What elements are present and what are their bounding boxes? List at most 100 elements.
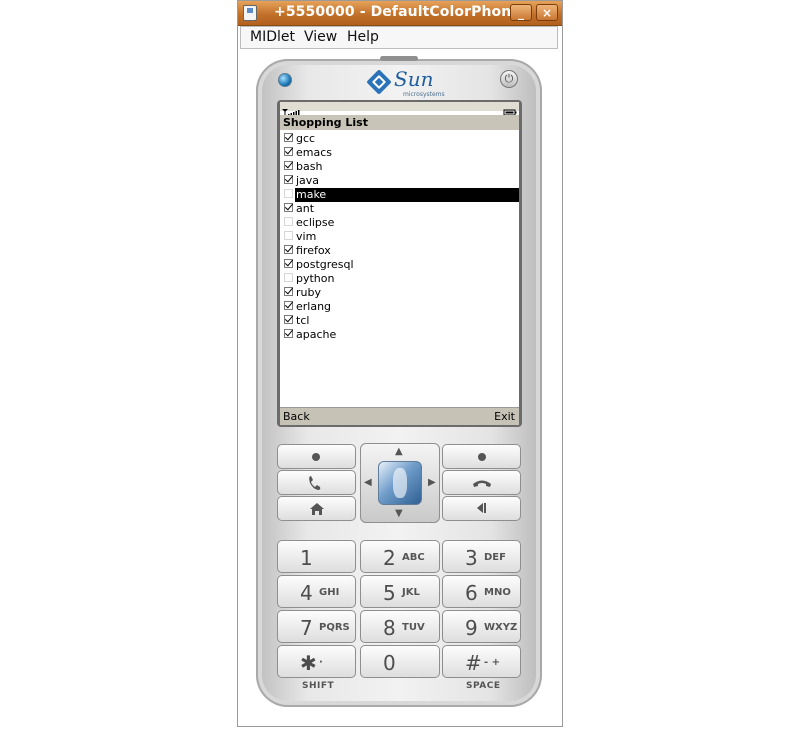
key-letters: MNO (484, 587, 511, 598)
key-letters: ABC (402, 552, 425, 563)
sun-diamond-icon (367, 70, 391, 94)
list-item[interactable]: gcc (280, 132, 519, 146)
key-letters: PQRS (319, 622, 350, 633)
key-0[interactable]: 0 (360, 645, 440, 678)
key-7[interactable]: 7 PQRS (277, 610, 356, 643)
list-item[interactable]: bash (280, 160, 519, 174)
back-clear-key[interactable] (442, 496, 521, 521)
list-item[interactable]: vim (280, 230, 519, 244)
minimize-button[interactable]: _ (510, 4, 532, 21)
key-4[interactable]: 4 GHI (277, 575, 356, 608)
nav-up-icon[interactable]: ▲ (395, 446, 403, 457)
soft-key-exit-label[interactable]: Exit (494, 410, 515, 423)
call-key[interactable] (277, 470, 356, 495)
key-letters: JKL (402, 587, 420, 598)
menu-help[interactable]: Help (347, 29, 379, 45)
list-item-selected[interactable]: make (280, 188, 519, 202)
emulator-window: +5550000 - DefaultColorPhone _ × MIDlet … (237, 0, 563, 727)
list-item-label: make (295, 188, 519, 202)
checkbox[interactable] (284, 161, 293, 170)
checkbox[interactable] (284, 217, 293, 226)
right-soft-key[interactable] (442, 444, 521, 469)
dot-icon (478, 453, 486, 461)
key-digit: 7 (300, 616, 313, 640)
key-digit: 6 (465, 581, 478, 605)
sun-logo: Sun microsystems (367, 67, 445, 98)
status-led (278, 73, 292, 87)
list-item[interactable]: eclipse (280, 216, 519, 230)
navigation-pad[interactable]: ▲ ▼ ◀ ▶ (360, 443, 440, 523)
list-item-label: java (296, 174, 320, 187)
checkbox[interactable] (284, 315, 293, 324)
key-9[interactable]: 9 WXYZ (442, 610, 521, 643)
list-item-label: emacs (296, 146, 333, 159)
key-6[interactable]: 6 MNO (442, 575, 521, 608)
key-3[interactable]: 3 DEF (442, 540, 521, 573)
checkbox[interactable] (284, 273, 293, 282)
key-star[interactable]: ✱ · (277, 645, 356, 678)
list-item-label: eclipse (296, 216, 335, 229)
list-item[interactable]: firefox (280, 244, 519, 258)
left-soft-key[interactable] (277, 444, 356, 469)
key-digit: 1 (300, 546, 313, 570)
list-item[interactable]: erlang (280, 300, 519, 314)
nav-right-icon[interactable]: ▶ (428, 477, 436, 488)
list-item[interactable]: python (280, 272, 519, 286)
checkbox[interactable] (284, 133, 293, 142)
key-1[interactable]: 1 (277, 540, 356, 573)
checkbox[interactable] (284, 231, 293, 240)
list-item-label: postgresql (296, 258, 354, 271)
window-title: +5550000 - DefaultColorPhone (274, 4, 521, 20)
list-item-label: bash (296, 160, 323, 173)
nav-left-icon[interactable]: ◀ (364, 477, 372, 488)
list-item-label: vim (296, 230, 317, 243)
list-item[interactable]: apache (280, 328, 519, 342)
end-call-key[interactable] (442, 470, 521, 495)
app-icon (243, 5, 257, 21)
key-5[interactable]: 5 JKL (360, 575, 440, 608)
power-button[interactable]: ⏻ (500, 70, 518, 88)
close-button[interactable]: × (536, 4, 558, 21)
list-item[interactable]: emacs (280, 146, 519, 160)
checkbox[interactable] (284, 175, 293, 184)
phone-call-icon (309, 476, 321, 490)
checkbox[interactable] (284, 301, 293, 310)
home-icon (310, 503, 324, 515)
backspace-icon (477, 503, 486, 513)
key-letters: DEF (484, 552, 506, 563)
list-item[interactable]: java (280, 174, 519, 188)
menu-midlet[interactable]: MIDlet (250, 29, 295, 45)
checkbox[interactable] (284, 259, 293, 268)
status-bar (280, 102, 519, 116)
list-item[interactable]: tcl (280, 314, 519, 328)
checkbox[interactable] (284, 189, 293, 198)
list-item[interactable]: ant (280, 202, 519, 216)
key-letters: · (319, 657, 323, 668)
space-label: SPACE (466, 681, 501, 691)
nav-down-icon[interactable]: ▼ (395, 508, 403, 519)
list-item-label: ruby (296, 286, 321, 299)
checkbox[interactable] (284, 147, 293, 156)
checkbox[interactable] (284, 245, 293, 254)
menu-view[interactable]: View (304, 29, 337, 45)
screen-frame: Shopping List gcc emacs bash java make a… (277, 100, 522, 427)
screen-title: Shopping List (280, 115, 519, 130)
key-digit: 2 (383, 546, 396, 570)
nav-select-button[interactable] (378, 461, 422, 505)
checkbox[interactable] (284, 203, 293, 212)
title-bar[interactable]: +5550000 - DefaultColorPhone _ × (238, 1, 562, 26)
soft-key-back-label[interactable]: Back (283, 410, 310, 423)
checkbox[interactable] (284, 329, 293, 338)
home-key[interactable] (277, 496, 356, 521)
sun-brand-sub: microsystems (403, 91, 445, 98)
list-item[interactable]: postgresql (280, 258, 519, 272)
key-8[interactable]: 8 TUV (360, 610, 440, 643)
key-digit: 9 (465, 616, 478, 640)
list-item[interactable]: ruby (280, 286, 519, 300)
list-item-label: apache (296, 328, 337, 341)
key-digit: 4 (300, 581, 313, 605)
key-2[interactable]: 2 ABC (360, 540, 440, 573)
key-hash[interactable]: # - + (442, 645, 521, 678)
checkbox[interactable] (284, 287, 293, 296)
key-letters: TUV (402, 622, 425, 633)
